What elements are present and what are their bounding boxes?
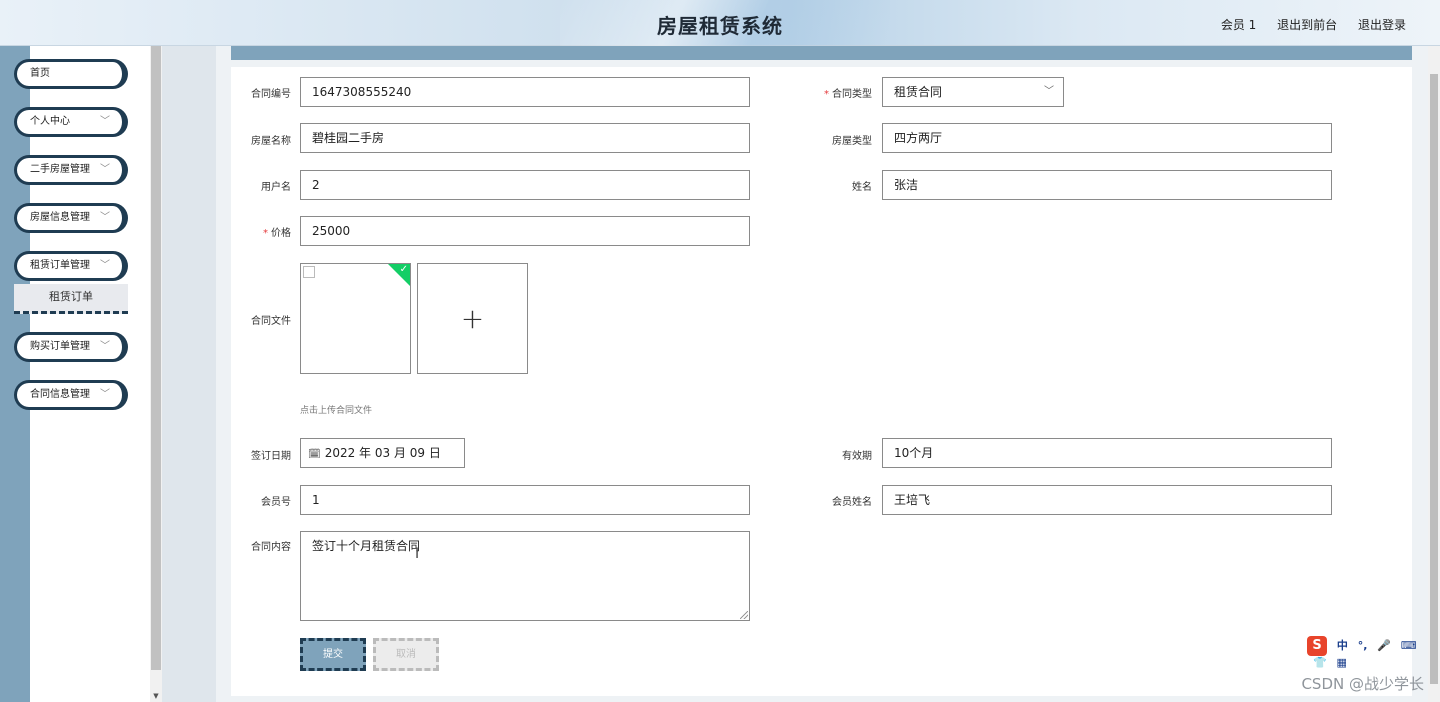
- select-value: 租赁合同: [894, 85, 943, 99]
- top-header: 房屋租赁系统 会员 1 退出到前台 退出登录: [0, 0, 1440, 46]
- sidebar-item-purchase-orders[interactable]: 购买订单管理 ﹀: [14, 332, 128, 362]
- sidebar-strip: [0, 46, 30, 702]
- back-to-front-link[interactable]: 退出到前台: [1277, 18, 1337, 32]
- watermark: CSDN @战少学长: [1301, 675, 1424, 693]
- content-label: 合同内容: [231, 538, 291, 553]
- plus-icon: +: [460, 302, 485, 335]
- sidebar-scrollbar[interactable]: ▼: [150, 46, 162, 702]
- label-text: 房屋类型: [832, 136, 872, 147]
- label-text: 价格: [271, 228, 291, 239]
- label-text: 会员姓名: [832, 497, 872, 508]
- label-text: 合同编号: [251, 89, 291, 100]
- contract-no-input[interactable]: 1647308555240: [300, 77, 750, 107]
- scroll-down-arrow-icon[interactable]: ▼: [150, 692, 162, 700]
- label-text: 房屋名称: [251, 136, 291, 147]
- scrollbar-thumb[interactable]: [151, 46, 161, 670]
- chevron-down-icon: ﹀: [100, 389, 110, 400]
- label-text: 会员号: [261, 497, 291, 508]
- label-text: 有效期: [842, 451, 872, 462]
- contract-file-label: 合同文件: [231, 312, 291, 327]
- label-text: 姓名: [852, 182, 872, 193]
- sidebar-subitem-rental-order[interactable]: 租赁订单: [14, 284, 128, 314]
- sidebar-item-rental-orders[interactable]: 租赁订单管理 ﹀: [14, 251, 128, 281]
- sidebar-item-house-info[interactable]: 房屋信息管理 ﹀: [14, 203, 128, 233]
- sidebar-item-label: 租赁订单管理: [30, 260, 90, 271]
- sidebar-item-label: 购买订单管理: [30, 341, 90, 352]
- ime-chinese-mode-icon[interactable]: 中: [1337, 639, 1348, 652]
- sidebar-item-personal-center[interactable]: 个人中心 ﹀: [14, 107, 128, 137]
- ime-mic-icon[interactable]: 🎤: [1377, 639, 1391, 652]
- sidebar-item-label: 合同信息管理: [30, 389, 90, 400]
- uploaded-file-thumbnail[interactable]: ✓: [300, 263, 411, 374]
- label-text: 用户名: [261, 182, 291, 193]
- chevron-down-icon: ﹀: [100, 164, 110, 175]
- house-name-input[interactable]: 碧桂园二手房: [300, 123, 750, 153]
- cancel-button[interactable]: 取消: [373, 638, 439, 671]
- submit-button[interactable]: 提交: [300, 638, 366, 671]
- member-name-input[interactable]: 王培飞: [882, 485, 1332, 515]
- sogou-logo-icon[interactable]: S: [1307, 636, 1327, 656]
- chevron-down-icon: ﹀: [100, 116, 110, 127]
- label-text: 合同类型: [832, 89, 872, 100]
- member-no-label: 会员号: [231, 493, 291, 508]
- username-input[interactable]: 2: [300, 170, 750, 200]
- sidebar: 首页 个人中心 ﹀ 二手房屋管理 ﹀ 房屋信息管理 ﹀ 租赁订单管理 ﹀ 租赁订…: [0, 46, 162, 702]
- required-asterisk: *: [824, 89, 829, 100]
- ime-toolbox-icon[interactable]: ▦: [1337, 656, 1347, 669]
- member-no-input[interactable]: 1: [300, 485, 750, 515]
- username-label: 用户名: [231, 178, 291, 193]
- sidebar-item-second-hand-house[interactable]: 二手房屋管理 ﹀: [14, 155, 128, 185]
- sign-date-picker[interactable]: 🗓 2022 年 03 月 09 日: [300, 438, 465, 468]
- label-text: 签订日期: [251, 451, 291, 462]
- contract-content-textarea[interactable]: 签订十个月租赁合同: [300, 531, 750, 621]
- logout-link[interactable]: 退出登录: [1358, 18, 1406, 32]
- chevron-down-icon: ﹀: [1044, 86, 1054, 97]
- content-top-bar: [231, 46, 1412, 60]
- member-link[interactable]: 会员 1: [1221, 18, 1256, 32]
- resize-handle-icon[interactable]: [740, 611, 748, 619]
- sidebar-item-label: 首页: [30, 68, 50, 79]
- ime-skin-icon[interactable]: 👕: [1313, 656, 1327, 669]
- calendar-icon: 🗓: [308, 449, 321, 460]
- contract-no-label: 合同编号: [231, 85, 291, 100]
- label-text: 合同内容: [251, 542, 291, 553]
- header-nav: 会员 1 退出到前台 退出登录: [1204, 16, 1406, 33]
- text-cursor-icon: I: [415, 546, 420, 562]
- page-scrollbar[interactable]: [1428, 46, 1440, 702]
- sidebar-item-label: 个人中心: [30, 116, 70, 127]
- broken-image-icon: [303, 266, 315, 278]
- sign-date-label: 签订日期: [231, 447, 291, 462]
- name-input[interactable]: 张洁: [882, 170, 1332, 200]
- validity-input[interactable]: 10个月: [882, 438, 1332, 468]
- chevron-down-icon: ﹀: [100, 212, 110, 223]
- chevron-down-icon: ﹀: [100, 260, 110, 271]
- validity-label: 有效期: [792, 447, 872, 462]
- ime-punctuation-icon[interactable]: °,: [1358, 639, 1368, 652]
- scrollbar-thumb[interactable]: [1430, 74, 1438, 684]
- upload-hint: 点击上传合同文件: [300, 406, 373, 416]
- contract-type-select[interactable]: 租赁合同 ﹀: [882, 77, 1064, 107]
- sidebar-item-label: 二手房屋管理: [30, 164, 90, 175]
- sidebar-item-label: 房屋信息管理: [30, 212, 90, 223]
- sidebar-item-contract-info[interactable]: 合同信息管理 ﹀: [14, 380, 128, 410]
- house-type-label: 房屋类型: [792, 132, 872, 147]
- sidebar-item-home[interactable]: 首页: [14, 59, 128, 89]
- member-name-label: 会员姓名: [792, 493, 872, 508]
- contract-type-label: * 合同类型: [792, 85, 872, 100]
- required-asterisk: *: [263, 228, 268, 239]
- textarea-value: 签订十个月租赁合同: [312, 539, 421, 553]
- ime-toolbar[interactable]: S 中 °, 🎤 ⌨ 👕 ▦: [1307, 636, 1440, 669]
- date-value: 2022 年 03 月 09 日: [324, 446, 441, 460]
- check-icon: ✓: [399, 264, 408, 275]
- label-text: 合同文件: [251, 316, 291, 327]
- price-label: * 价格: [231, 224, 291, 239]
- upload-add-button[interactable]: +: [417, 263, 528, 374]
- name-label: 姓名: [792, 178, 872, 193]
- ime-keyboard-icon[interactable]: ⌨: [1401, 639, 1417, 652]
- price-input[interactable]: 25000: [300, 216, 750, 246]
- house-name-label: 房屋名称: [231, 132, 291, 147]
- house-type-input[interactable]: 四方两厅: [882, 123, 1332, 153]
- chevron-down-icon: ﹀: [100, 341, 110, 352]
